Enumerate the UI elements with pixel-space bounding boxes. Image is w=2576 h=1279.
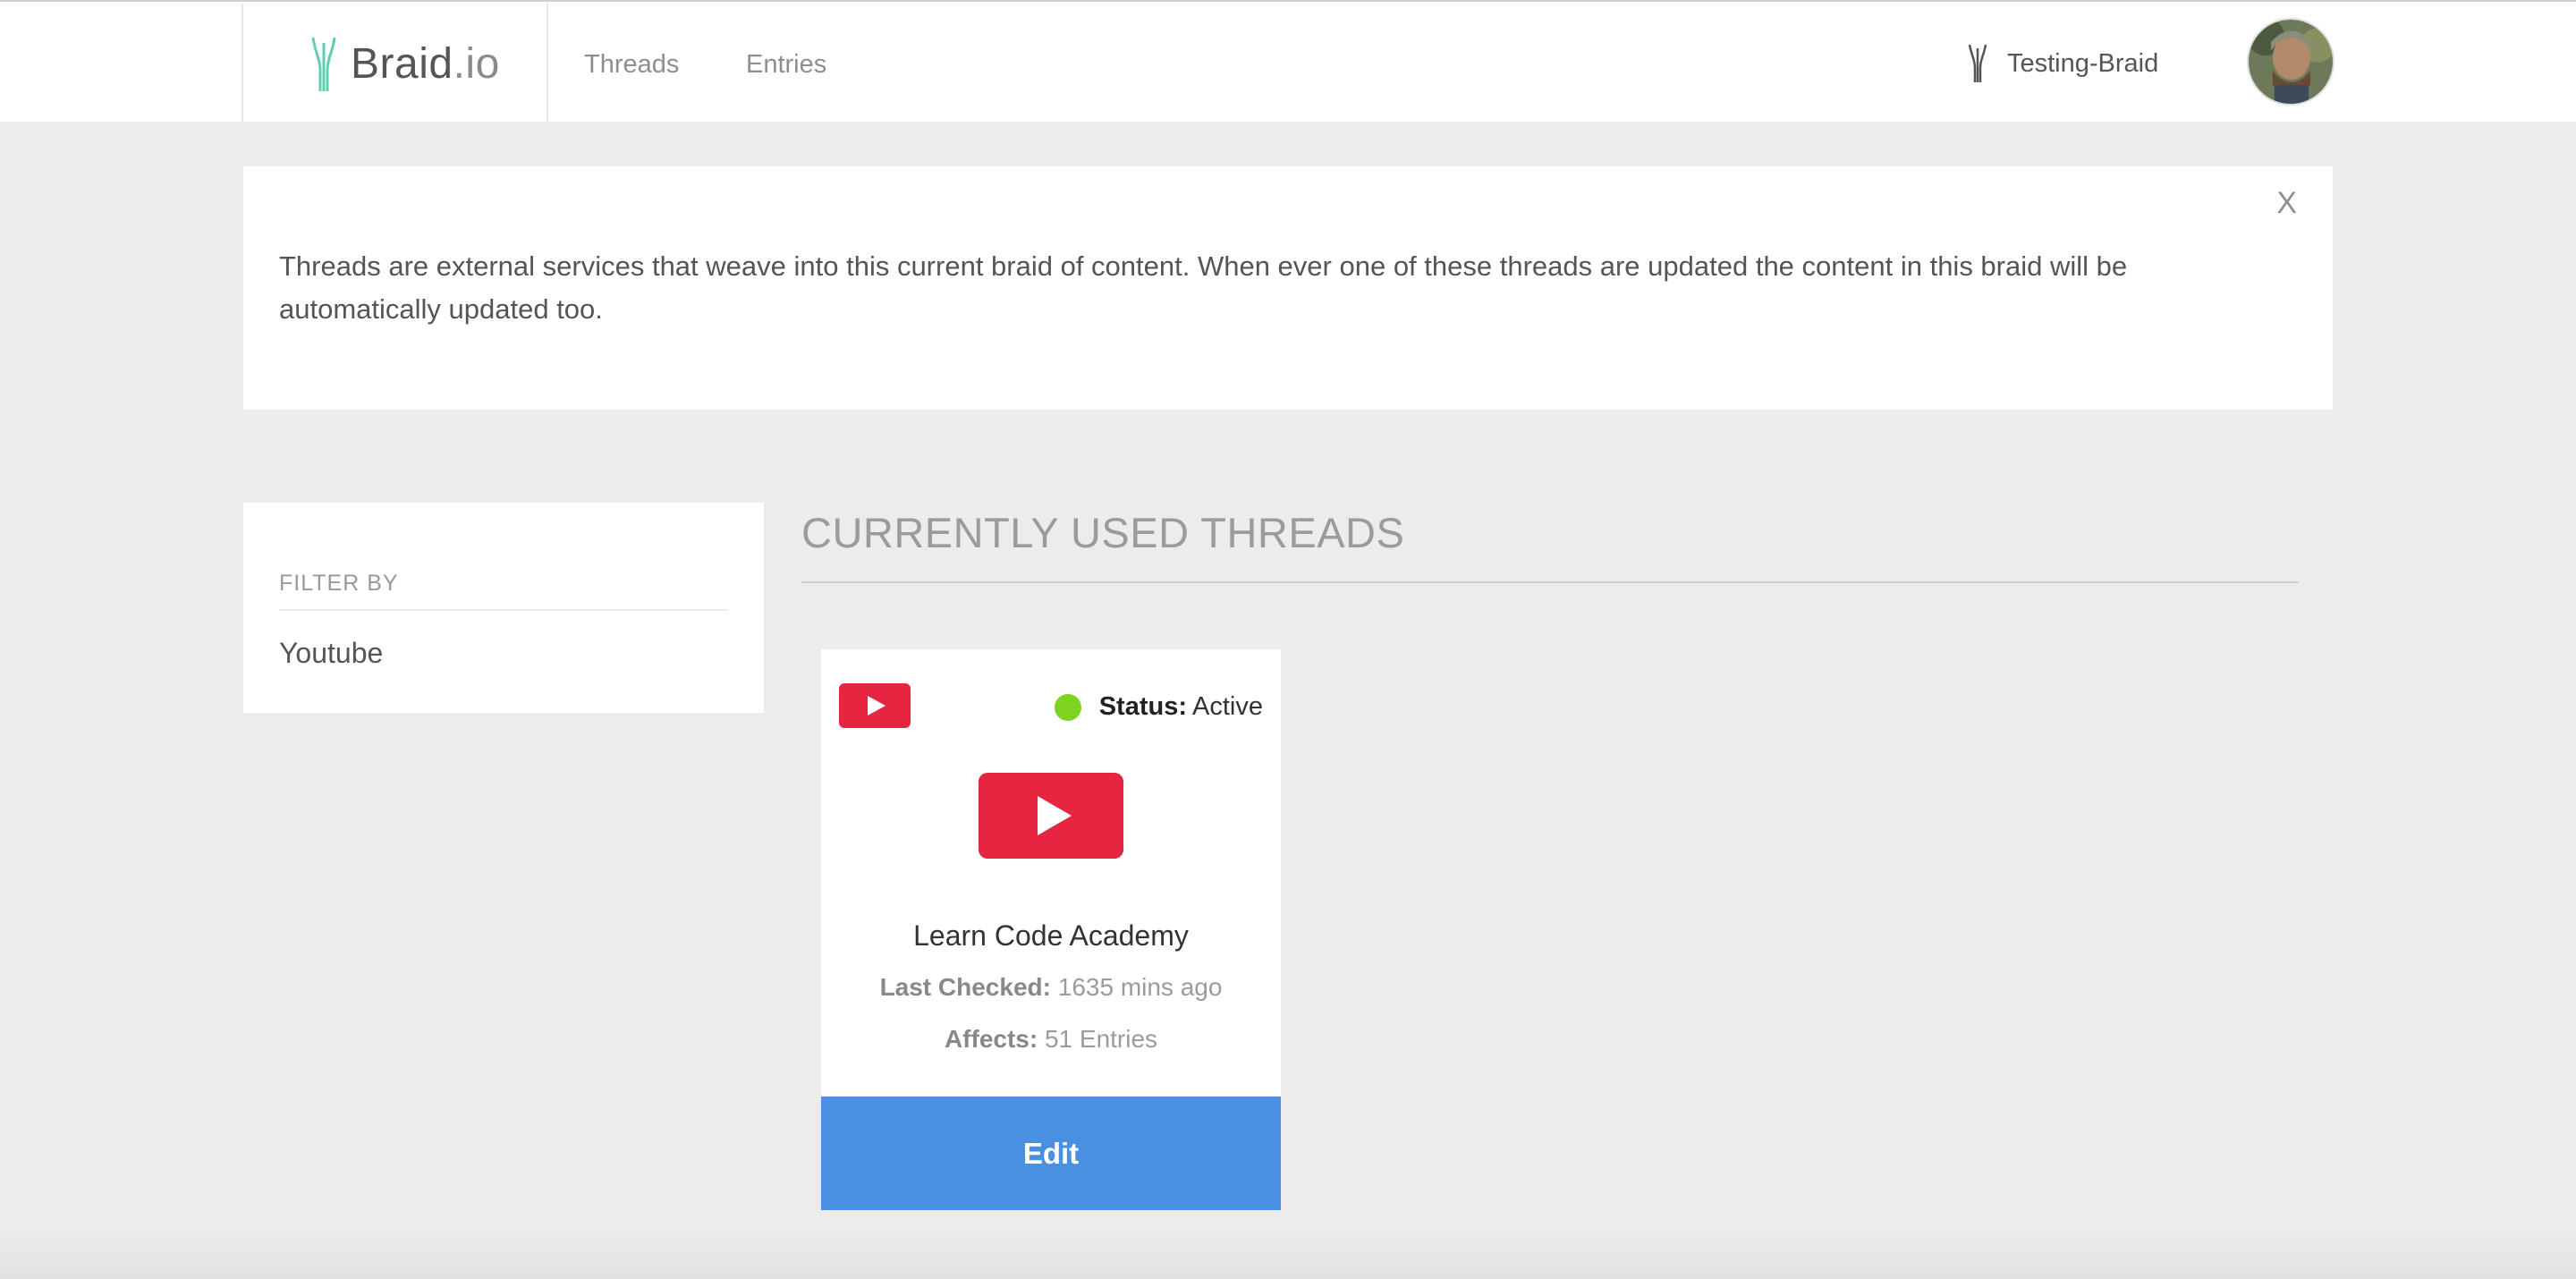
last-checked-value: 1635 mins ago (1057, 973, 1223, 1001)
status-value: Active (1192, 692, 1263, 721)
affects-label: Affects: (944, 1025, 1038, 1053)
notice-text: Threads are external services that weave… (279, 250, 2128, 325)
section-title: CURRENTLY USED THREADS (801, 509, 1405, 556)
thread-status: Status: Active (1054, 692, 1263, 722)
threads-info-notice: X Threads are external services that wea… (243, 166, 2333, 410)
thread-name: Learn Code Academy (913, 919, 1189, 952)
youtube-icon (839, 683, 911, 728)
youtube-play-icon (979, 773, 1123, 859)
affects-value: 51 Entries (1044, 1025, 1158, 1053)
thread-last-checked: Last Checked: 1635 mins ago (821, 973, 1281, 1002)
last-checked-label: Last Checked: (879, 973, 1051, 1001)
status-indicator-icon (1054, 693, 1081, 721)
status-label: Status: (1098, 692, 1188, 721)
user-avatar-image (2249, 20, 2333, 104)
edit-thread-button[interactable]: Edit (821, 1097, 1281, 1210)
user-avatar[interactable] (2247, 18, 2334, 106)
current-braid-selector[interactable]: Testing-Braid (1966, 41, 2158, 86)
nav-entries-link[interactable]: Entries (746, 50, 826, 80)
brand-name: Braid.io (351, 39, 500, 88)
top-nav-bar: Braid.io Threads Entries Testing-Braid (0, 0, 2576, 123)
filter-heading: FILTER BY (279, 571, 728, 611)
section-divider (801, 581, 2299, 583)
nav-threads-link[interactable]: Threads (584, 50, 679, 80)
filter-panel: FILTER BY Youtube (243, 503, 764, 713)
braid-logo-icon (311, 37, 336, 91)
notice-close-button[interactable]: X (2276, 186, 2297, 221)
thread-affects: Affects: 51 Entries (821, 1025, 1281, 1054)
brand-logo[interactable]: Braid.io (242, 4, 548, 123)
filter-item-youtube[interactable]: Youtube (279, 637, 383, 670)
braid-icon (1968, 44, 1987, 82)
current-braid-name: Testing-Braid (2007, 48, 2159, 78)
thread-card: Status: Active Learn Code Academy Last C… (821, 649, 1281, 1210)
page-bottom-shade (0, 1225, 2576, 1279)
